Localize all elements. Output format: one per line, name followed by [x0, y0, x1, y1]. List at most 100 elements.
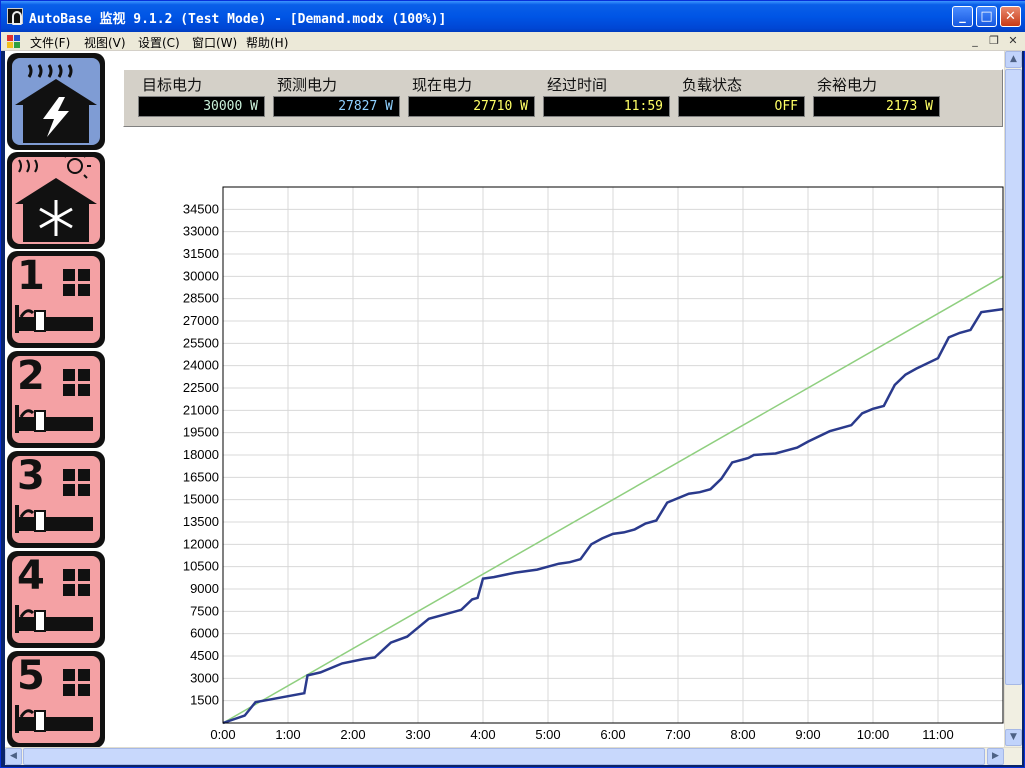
vertical-scroll-thumb[interactable] [1005, 69, 1022, 685]
y-tick-label: 9000 [190, 581, 219, 596]
close-button[interactable]: ✕ [1000, 6, 1021, 27]
scroll-up-arrow-icon[interactable]: ▲ [1005, 51, 1022, 68]
house-cooling-icon [15, 152, 97, 242]
document-icon[interactable] [7, 35, 21, 48]
y-tick-label: 28500 [183, 291, 219, 306]
y-tick-label: 3000 [190, 670, 219, 685]
room-number: 1 [17, 253, 45, 299]
scroll-left-arrow-icon[interactable]: ◀ [5, 748, 22, 765]
mdi-minimize-button[interactable]: _ [968, 34, 982, 48]
y-tick-label: 1500 [190, 693, 219, 708]
minimize-button[interactable]: _ [952, 6, 973, 27]
maximize-button[interactable]: □ [976, 6, 997, 27]
y-tick-label: 25500 [183, 335, 219, 350]
metric-value: 27710 W [408, 96, 535, 117]
sidebar-item-room-4[interactable]: 4 [7, 551, 105, 648]
y-tick-label: 27000 [183, 313, 219, 328]
metric-label: 经过时间 [547, 76, 608, 94]
metric-target-power: 目标电力 30000 W [138, 74, 265, 117]
sidebar-item-room-1[interactable]: 1 [7, 251, 105, 348]
metric-load-status: 负载状态 OFF [678, 74, 805, 117]
bed-icon [15, 605, 93, 633]
bed-icon [15, 505, 93, 533]
window-icon [63, 669, 91, 697]
room-number: 4 [17, 553, 45, 599]
metric-value: 27827 W [273, 96, 400, 117]
bed-icon [15, 305, 93, 333]
y-tick-label: 12000 [183, 536, 219, 551]
menu-help[interactable]: 帮助(H) [246, 34, 288, 51]
metric-value: 30000 W [138, 96, 265, 117]
window-icon [63, 469, 91, 497]
room-number: 3 [17, 453, 45, 499]
client-area: 1 2 3 4 5 目标电力 30000 W 预测电力 27827 W 现在电力… [5, 51, 1022, 765]
metric-current-power: 现在电力 27710 W [408, 74, 535, 117]
metric-elapsed-time: 经过时间 11:59 [543, 74, 670, 117]
scroll-down-arrow-icon[interactable]: ▼ [1005, 729, 1022, 746]
metric-label: 现在电力 [412, 76, 473, 94]
menu-bar: 文件(F) 视图(V) 设置(C) 窗口(W) 帮助(H) _ ❐ ✕ [1, 32, 1025, 51]
metric-value: 2173 W [813, 96, 940, 117]
window-icon [63, 569, 91, 597]
y-tick-label: 7500 [190, 603, 219, 618]
bed-icon [15, 705, 93, 733]
mdi-restore-button[interactable]: ❐ [987, 34, 1001, 48]
metric-predicted-power: 预测电力 27827 W [273, 74, 400, 117]
x-tick-label: 11:00 [922, 727, 954, 742]
menu-file[interactable]: 文件(F) [30, 34, 70, 51]
y-tick-label: 15000 [183, 492, 219, 507]
bed-icon [15, 405, 93, 433]
metric-value: 11:59 [543, 96, 670, 117]
window-title: AutoBase 监视 9.1.2 (Test Mode) - [Demand.… [29, 12, 447, 27]
demand-chart-svg: 1500 3000 4500 6000 7500 9000 10500 12000 13500 1… [183, 186, 1004, 742]
y-tick-label: 34500 [183, 201, 219, 216]
sidebar-item-cooling[interactable] [7, 152, 105, 249]
house-power-icon [15, 64, 97, 143]
y-tick-label: 22500 [183, 380, 219, 395]
x-tick-label: 8:00 [730, 727, 755, 742]
horizontal-scrollbar[interactable]: ◀ ▶ [5, 747, 1022, 765]
demand-chart: 1500 3000 4500 6000 7500 9000 10500 12000 13500 1… [115, 135, 1005, 747]
menu-view[interactable]: 视图(V) [84, 34, 126, 51]
x-tick-label: 2:00 [340, 727, 365, 742]
title-bar[interactable]: AutoBase 监视 9.1.2 (Test Mode) - [Demand.… [1, 1, 1025, 32]
y-tick-label: 24000 [183, 358, 219, 373]
metric-label: 余裕电力 [817, 76, 878, 94]
metric-value: OFF [678, 96, 805, 117]
vertical-scrollbar[interactable]: ▲ ▼ [1004, 51, 1022, 747]
x-tick-label: 3:00 [405, 727, 430, 742]
menu-window[interactable]: 窗口(W) [192, 34, 237, 51]
window-icon [63, 369, 91, 397]
y-tick-label: 6000 [190, 626, 219, 641]
scroll-right-arrow-icon[interactable]: ▶ [987, 748, 1004, 765]
y-tick-label: 18000 [183, 447, 219, 462]
mdi-close-button[interactable]: ✕ [1006, 34, 1020, 48]
x-tick-label: 5:00 [535, 727, 560, 742]
sidebar-item-room-3[interactable]: 3 [7, 451, 105, 548]
x-tick-label: 4:00 [470, 727, 495, 742]
sidebar-item-power[interactable] [7, 53, 105, 150]
y-tick-label: 21000 [183, 402, 219, 417]
sidebar-item-room-2[interactable]: 2 [7, 351, 105, 448]
sidebar-item-room-5[interactable]: 5 [7, 651, 105, 748]
x-tick-label: 0:00 [210, 727, 235, 742]
app-icon[interactable] [7, 8, 23, 25]
app-window: AutoBase 监视 9.1.2 (Test Mode) - [Demand.… [0, 0, 1025, 768]
metric-label: 预测电力 [277, 76, 338, 94]
room-number: 2 [17, 353, 45, 399]
horizontal-scroll-thumb[interactable] [23, 748, 985, 765]
y-tick-label: 31500 [183, 246, 219, 261]
y-tick-label: 16500 [183, 469, 219, 484]
y-tick-label: 10500 [183, 559, 219, 574]
x-tick-label: 1:00 [275, 727, 300, 742]
y-tick-label: 30000 [183, 268, 219, 283]
window-icon [63, 269, 91, 297]
metric-label: 目标电力 [142, 76, 203, 94]
y-tick-label: 13500 [183, 514, 219, 529]
metric-margin-power: 余裕电力 2173 W [813, 74, 940, 117]
menu-settings[interactable]: 设置(C) [138, 34, 180, 51]
y-tick-label: 33000 [183, 224, 219, 239]
x-tick-label: 9:00 [795, 727, 820, 742]
metrics-panel: 目标电力 30000 W 预测电力 27827 W 现在电力 27710 W 经… [123, 69, 1003, 127]
x-tick-label: 10:00 [857, 727, 890, 742]
